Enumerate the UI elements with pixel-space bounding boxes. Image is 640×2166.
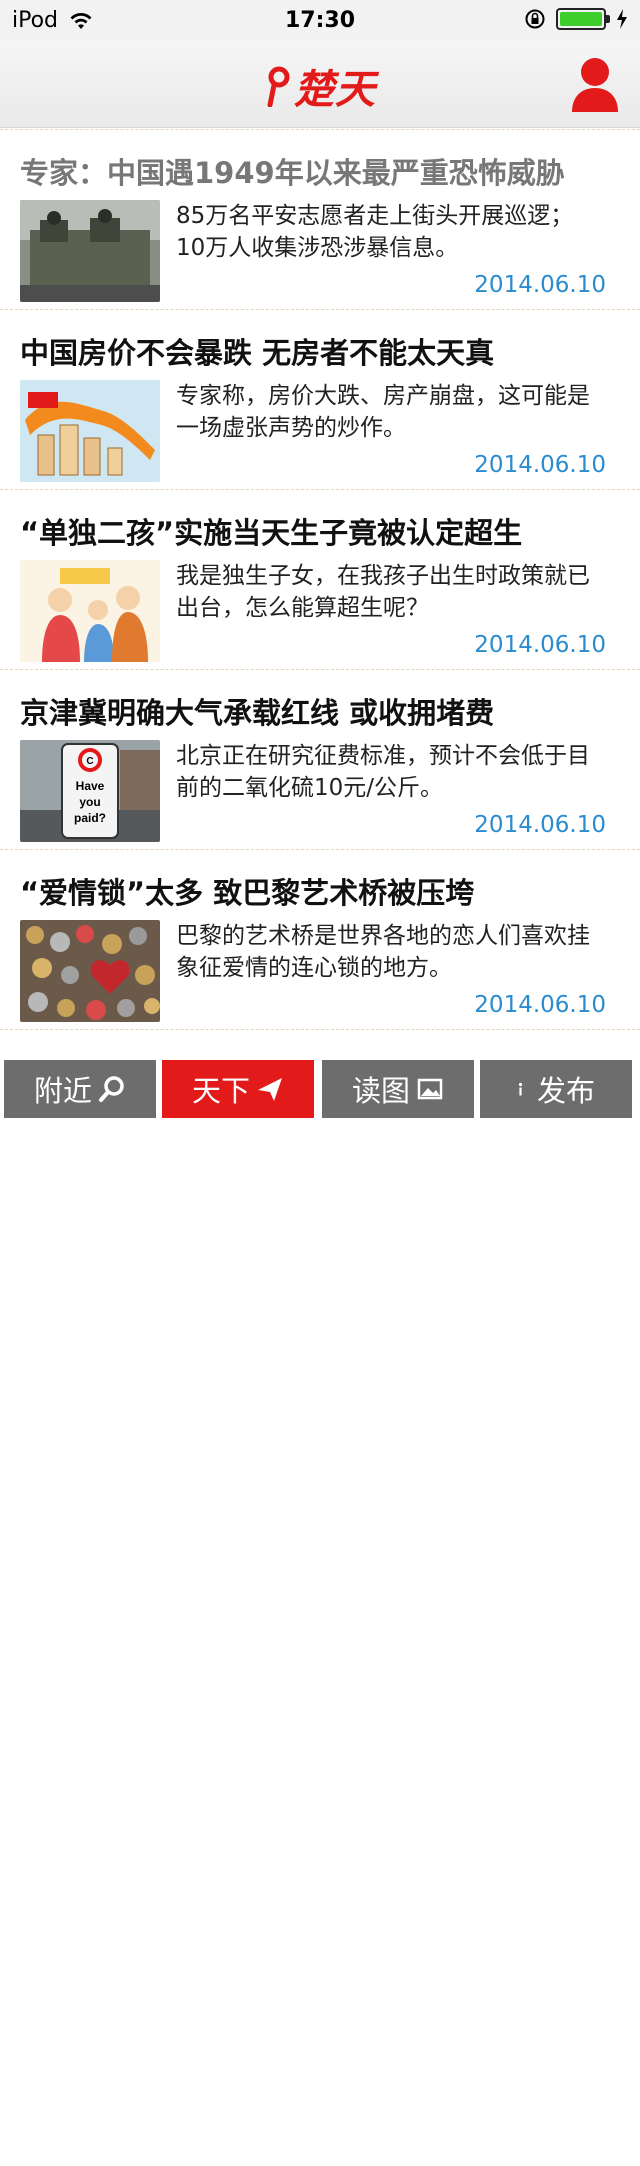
- plane-icon: [258, 1078, 282, 1101]
- charging-icon: [617, 9, 627, 29]
- sign-text-line: you: [79, 795, 100, 809]
- status-right: [524, 8, 628, 30]
- news-item[interactable]: “爱情锁”太多 致巴黎艺术桥被压垮 巴黎的艺术桥是世界各地的恋人们喜欢挂象征爱情…: [0, 850, 640, 1030]
- housing-price-thumbnail: [20, 380, 160, 482]
- app-logo[interactable]: 楚天: [266, 56, 376, 116]
- news-date: 2014.06.10: [474, 992, 606, 1018]
- logo-text: 楚天: [294, 66, 376, 113]
- news-title: 中国房价不会暴跌 无房者不能太天真: [20, 336, 495, 370]
- news-summary: 专家称，房价大跌、房产崩盘，这可能是一场虚张声势的炒作。: [176, 383, 590, 441]
- battery-icon: [556, 8, 610, 30]
- news-title: “爱情锁”太多 致巴黎艺术桥被压垮: [20, 876, 475, 910]
- svg-text:C: C: [86, 756, 93, 767]
- news-summary: 我是独生子女，在我孩子出生时政策就已出台，怎么能算超生呢？: [176, 563, 590, 621]
- image-icon: [417, 1078, 443, 1100]
- tab-label: 天下: [191, 1074, 250, 1108]
- love-locks-thumbnail: [20, 920, 160, 1022]
- family-cartoon-thumbnail: [20, 560, 160, 662]
- tab-nearby[interactable]: 附近: [4, 1060, 156, 1118]
- tab-label: 发布: [536, 1074, 595, 1108]
- logo-mark-icon: [267, 66, 290, 107]
- news-summary: 85万名平安志愿者走上街头开展巡逻；10万人收集涉恐涉暴信息。: [176, 203, 574, 261]
- news-date: 2014.06.10: [474, 452, 606, 478]
- news-item[interactable]: 中国房价不会暴跌 无房者不能太天真 专家称，房价大跌、房产崩盘，这可能是一场虚张…: [0, 310, 640, 490]
- sign-text-line: paid?: [74, 811, 106, 825]
- tab-label: 读图: [351, 1074, 410, 1108]
- news-item[interactable]: “单独二孩”实施当天生子竟被认定超生 我是独生子女，在我孩子出生时政策就已出台，…: [0, 490, 640, 670]
- news-item[interactable]: 专家：中国遇1949年以来最严重恐怖威胁 85万名平安志愿者走上街头开展巡逻；1…: [0, 130, 640, 310]
- news-title: 京津冀明确大气承载红线 或收拥堵费: [20, 696, 495, 730]
- nav-bar: 楚天: [0, 40, 640, 128]
- tab-label: 附近: [33, 1074, 92, 1108]
- info-icon: [518, 1082, 523, 1096]
- search-icon: [99, 1076, 124, 1102]
- news-date: 2014.06.10: [474, 272, 606, 298]
- tab-gallery[interactable]: 读图: [322, 1060, 474, 1118]
- sign-text-line: Have: [76, 779, 105, 793]
- news-title: “单独二孩”实施当天生子竟被认定超生: [20, 516, 523, 550]
- rotation-lock-icon: [525, 9, 545, 29]
- news-date: 2014.06.10: [474, 632, 606, 658]
- news-summary: 巴黎的艺术桥是世界各地的恋人们喜欢挂象征爱情的连心锁的地方。: [176, 923, 590, 981]
- status-bar: iPod 17:30: [0, 0, 640, 40]
- tab-world[interactable]: 天下: [162, 1060, 314, 1118]
- user-profile-icon[interactable]: [570, 56, 620, 112]
- congestion-sign-thumbnail: C Have you paid?: [20, 740, 160, 842]
- bottom-tab-bar: 附近 天下 读图 发布 武汉·楚天科技 www.ctdsb.com: [0, 1056, 640, 2154]
- news-feed[interactable]: 专家：中国遇1949年以来最严重恐怖威胁 85万名平安志愿者走上街头开展巡逻；1…: [0, 129, 640, 1056]
- watermark: 武汉·楚天科技 www.ctdsb.com: [120, 2130, 411, 2154]
- news-title: 专家：中国遇1949年以来最严重恐怖威胁: [20, 156, 565, 190]
- news-summary: 北京正在研究征费标准，预计不会低于目前的二氧化硫10元/公斤。: [176, 743, 590, 801]
- police-patrol-thumbnail: [20, 200, 160, 302]
- news-date: 2014.06.10: [474, 812, 606, 838]
- tab-publish[interactable]: 发布: [480, 1060, 632, 1118]
- news-item[interactable]: 京津冀明确大气承载红线 或收拥堵费 C Have you paid? 北京正在研…: [0, 670, 640, 850]
